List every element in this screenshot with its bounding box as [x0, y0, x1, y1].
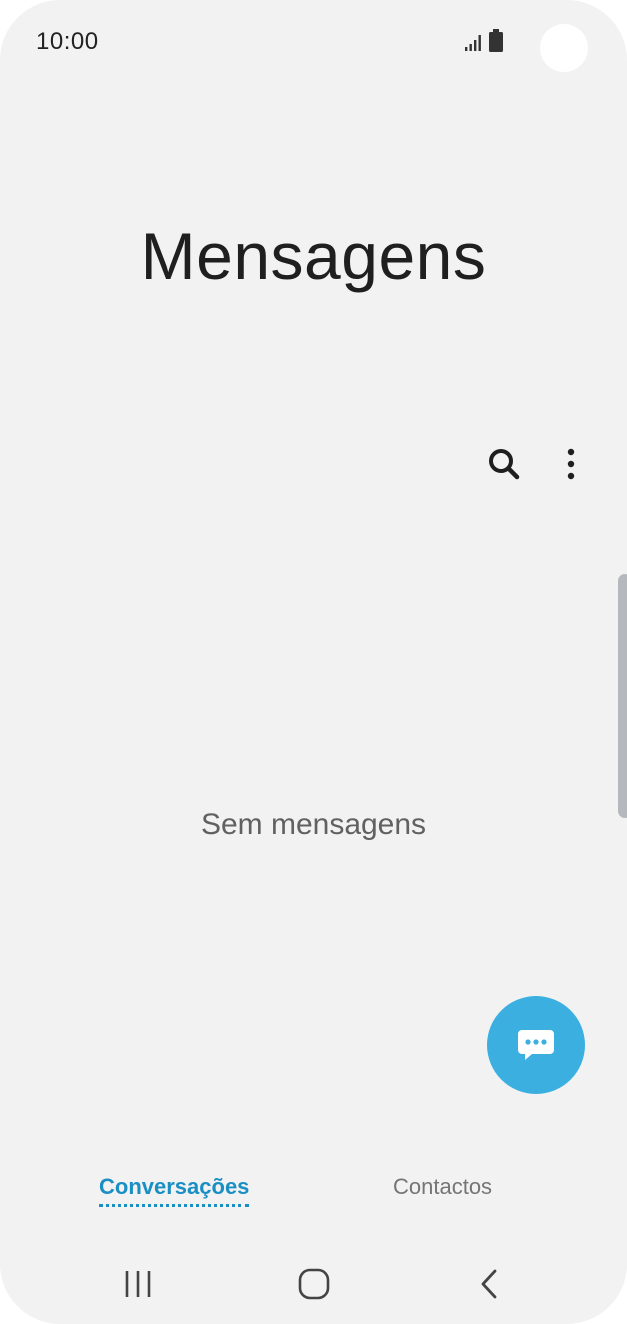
signal-icon — [465, 35, 481, 51]
chat-bubble-dots-icon — [518, 1030, 554, 1060]
home-button[interactable] — [292, 1262, 336, 1306]
back-button[interactable] — [468, 1262, 512, 1306]
page-title: Mensagens — [140, 219, 487, 293]
empty-state-message: Sem mensagens — [200, 808, 427, 841]
more-vertical-icon — [567, 448, 575, 480]
tab-conversations[interactable]: Conversações — [99, 1174, 250, 1207]
more-options-button[interactable] — [552, 444, 592, 484]
recent-apps-icon — [125, 1271, 151, 1297]
phone-screen: 10:00 Mensagens Sem mensagens Conversaçõ… — [0, 0, 627, 1324]
scroll-handle[interactable] — [618, 574, 627, 818]
status-bar: 10:00 — [0, 0, 627, 86]
search-button[interactable] — [484, 444, 524, 484]
recent-apps-button[interactable] — [116, 1262, 160, 1306]
compose-message-button[interactable] — [487, 996, 585, 1094]
tab-contacts[interactable]: Contactos — [393, 1174, 492, 1200]
home-icon — [298, 1268, 330, 1300]
camera-cutout — [540, 24, 588, 72]
search-icon — [489, 449, 520, 480]
back-icon — [481, 1269, 497, 1299]
battery-icon — [489, 29, 503, 52]
status-time: 10:00 — [36, 28, 99, 55]
